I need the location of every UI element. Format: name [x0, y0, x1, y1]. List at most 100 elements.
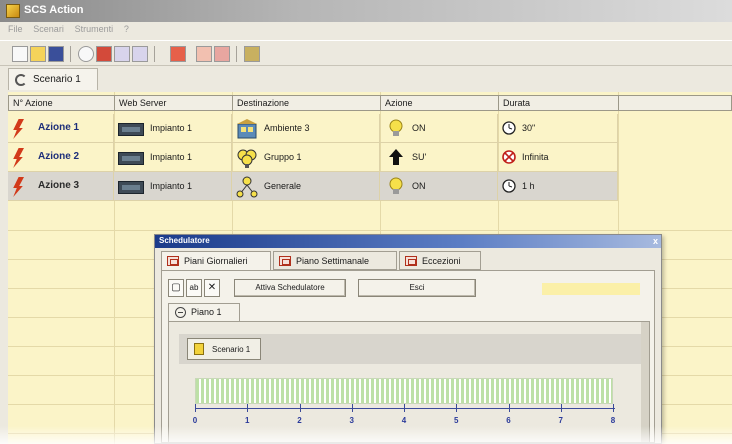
- duration-value: 30": [522, 123, 536, 133]
- run-icon[interactable]: [196, 46, 212, 62]
- remove-plan-icon[interactable]: [175, 307, 186, 318]
- destination-cell[interactable]: Generale: [232, 172, 380, 201]
- scheduler-dialog: Schedulatore x Piani Giornalieri Piano S…: [154, 234, 662, 444]
- menu-strumenti[interactable]: Strumenti: [75, 24, 114, 34]
- tab-exceptions[interactable]: Eccezioni: [399, 251, 481, 270]
- action-cell[interactable]: Azione 3: [8, 172, 114, 201]
- tab-weekly-plan-label: Piano Settimanale: [296, 256, 370, 266]
- dialog-title: Schedulatore: [159, 236, 210, 245]
- exit-button[interactable]: Esci: [358, 279, 476, 297]
- timeline-tick-label: 4: [401, 416, 407, 425]
- toolbar-separator: [70, 46, 71, 62]
- tab-daily-plans-label: Piani Giornalieri: [184, 256, 248, 266]
- lightning-icon: [13, 177, 24, 197]
- plan-tab-label: Piano 1: [191, 307, 222, 317]
- open-folder-icon[interactable]: [30, 46, 46, 62]
- destination-cell[interactable]: Gruppo 1: [232, 143, 380, 172]
- title-bar[interactable]: SCS Action: [0, 0, 732, 22]
- rename-icon[interactable]: ab: [186, 279, 202, 297]
- heart-icon[interactable]: [96, 46, 112, 62]
- menu-file[interactable]: File: [8, 24, 23, 34]
- command-cell[interactable]: ON: [380, 114, 498, 143]
- toolbar-separator: [154, 46, 155, 62]
- save-icon[interactable]: [48, 46, 64, 62]
- command-cell[interactable]: ON: [380, 172, 498, 201]
- action-cell[interactable]: Azione 1: [8, 114, 114, 143]
- activate-scheduler-button[interactable]: Attiva Schedulatore: [234, 279, 346, 297]
- timeline-tick-label: 7: [558, 416, 563, 425]
- menu-help[interactable]: ?: [124, 24, 129, 34]
- action-cell[interactable]: Azione 2: [8, 143, 114, 172]
- timeline-tick-label: 3: [349, 416, 354, 425]
- tab-daily-plans[interactable]: Piani Giornalieri: [161, 251, 271, 271]
- duration-value: Infinita: [522, 152, 549, 162]
- duration-cell[interactable]: Infinita: [498, 143, 618, 172]
- duration-value: 1 h: [522, 181, 535, 191]
- tree-icon[interactable]: [114, 46, 130, 62]
- daily-plans-panel: ▢ ab ✕ Attiva Schedulatore Esci Piano 1 …: [161, 270, 655, 443]
- scenario-chip[interactable]: Scenario 1: [187, 338, 261, 360]
- timeline-tick-label: 2: [297, 416, 302, 425]
- command-value: SU': [412, 152, 427, 162]
- command-cell[interactable]: SU': [380, 143, 498, 172]
- timeline[interactable]: 0 1 2 3 4 5 6 7 8: [187, 374, 627, 434]
- plan-panel: Scenario 1 0 1 2 3 4 5 6 7 8: [168, 321, 650, 443]
- vertical-scrollbar[interactable]: [641, 322, 649, 442]
- action-name: Azione 1: [38, 122, 80, 133]
- scenario-chip-label: Scenario 1: [212, 345, 251, 354]
- duration-cell[interactable]: 1 h: [498, 172, 618, 201]
- server-cell[interactable]: Impianto 1: [114, 114, 232, 143]
- column-header-web-server[interactable]: Web Server: [114, 95, 233, 111]
- delete-icon[interactable]: ✕: [204, 279, 220, 297]
- bulb-icon: [389, 119, 403, 136]
- delete-action-icon[interactable]: [170, 46, 186, 62]
- calendar-icon: [167, 256, 179, 266]
- tab-plan-1[interactable]: Piano 1: [168, 303, 240, 321]
- scenario-tab-label: Scenario 1: [33, 74, 81, 85]
- calendar-icon: [279, 256, 291, 266]
- server-name: Impianto 1: [150, 181, 193, 191]
- menu-bar: File Scenari Strumenti ?: [0, 22, 732, 38]
- lightning-icon: [13, 148, 24, 168]
- table-row[interactable]: Azione 2 Impianto 1 Gruppo 1 SU' Infinit…: [8, 143, 732, 172]
- timeline-tick: [299, 404, 301, 412]
- toolbar: [0, 40, 732, 66]
- dialog-title-bar[interactable]: Schedulatore x: [155, 235, 661, 248]
- clock-icon: [502, 121, 516, 135]
- column-header-duration[interactable]: Durata: [498, 95, 619, 111]
- menu-scenari[interactable]: Scenari: [33, 24, 64, 34]
- new-plan-icon[interactable]: ▢: [168, 279, 184, 297]
- calendar-icon[interactable]: [214, 46, 230, 62]
- key-icon[interactable]: [244, 46, 260, 62]
- tab-exceptions-label: Eccezioni: [422, 256, 461, 266]
- server-cell[interactable]: Impianto 1: [114, 143, 232, 172]
- server-icon: [118, 152, 144, 165]
- arrow-up-icon: [389, 149, 403, 165]
- duration-cell[interactable]: 30": [498, 114, 618, 143]
- server-cell[interactable]: Impianto 1: [114, 172, 232, 201]
- new-file-icon[interactable]: [12, 46, 28, 62]
- tab-weekly-plan[interactable]: Piano Settimanale: [273, 251, 397, 270]
- column-header-destination[interactable]: Destinazione: [232, 95, 381, 111]
- timeline-tick-label: 8: [610, 416, 616, 425]
- table-row[interactable]: Azione 1 Impianto 1 Ambiente 3 ON 30": [8, 114, 732, 143]
- timeline-tick-label: 0: [192, 416, 198, 425]
- column-header-action[interactable]: Azione: [380, 95, 499, 111]
- scenario-icon: [15, 74, 27, 86]
- destination-cell[interactable]: Ambiente 3: [232, 114, 380, 143]
- timeline-tick-label: 6: [506, 416, 511, 425]
- copy-icon[interactable]: [132, 46, 148, 62]
- tab-scenario[interactable]: Scenario 1: [8, 68, 98, 90]
- table-row[interactable]: Azione 3 Impianto 1 Generale ON 1 h: [8, 172, 732, 201]
- timeline-slots[interactable]: [195, 378, 613, 404]
- server-name: Impianto 1: [150, 123, 193, 133]
- server-icon: [118, 123, 144, 136]
- timeline-tick: [351, 404, 353, 412]
- close-icon[interactable]: x: [653, 236, 658, 246]
- timeline-tick: [613, 404, 614, 412]
- refresh-icon[interactable]: [78, 46, 94, 62]
- group-bulbs-icon: [237, 149, 257, 168]
- timeline-tick: [508, 404, 510, 412]
- action-name: Azione 2: [38, 151, 80, 162]
- column-header-action-number[interactable]: N° Azione: [8, 95, 115, 111]
